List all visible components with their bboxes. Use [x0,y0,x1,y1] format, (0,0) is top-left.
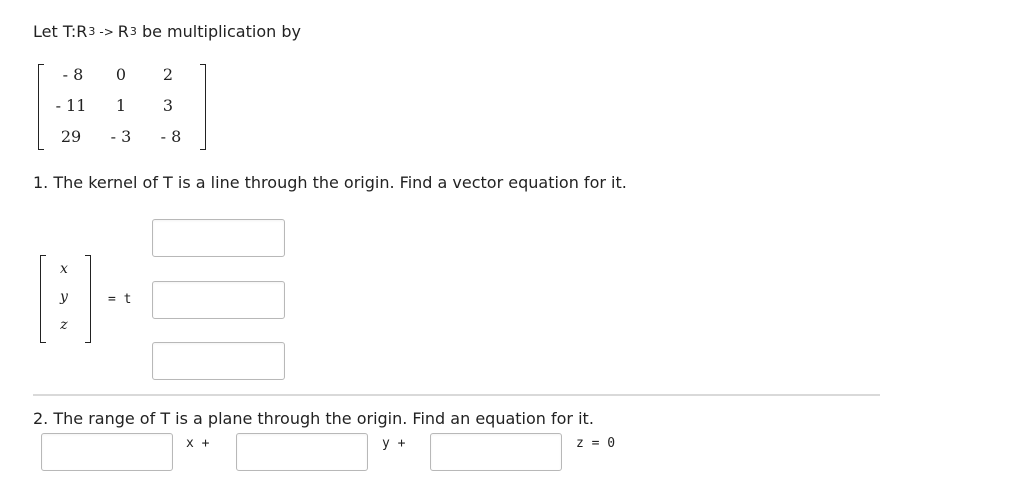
problem-intro: Let T:R3 -> R3 be multiplication by [33,22,301,41]
plane-x-label: x + [186,436,210,451]
matrix-cell-3-3: - 8 [160,127,182,146]
vector-z: z [60,317,68,333]
plane-z-label: z = 0 [576,436,616,451]
vector-y: y [60,289,68,305]
equals-t-label: = t [108,292,132,307]
vector-left-bracket [40,255,46,343]
codomain-r: R [117,22,129,41]
domain-exponent: 3 [88,25,96,38]
matrix-cell-1-3: 2 [162,65,174,84]
vector-x: x [60,261,68,277]
matrix-cell-1-1: - 8 [62,65,84,84]
matrix-cell-3-1: 29 [60,127,82,146]
question-2: 2. The range of T is a plane through the… [33,409,594,428]
maps-to-arrow: -> [99,25,114,39]
intro-prefix: Let T:R [33,22,88,41]
plane-coef-z-input[interactable] [430,433,562,471]
codomain-exponent: 3 [129,25,137,38]
xyz-vector: x y z [40,255,100,345]
kernel-x-input[interactable] [152,219,285,257]
intro-suffix: be multiplication by [141,22,301,41]
transformation-matrix: - 8 0 2 - 11 1 3 29 - 3 - 8 [33,60,213,155]
plane-coef-x-input[interactable] [41,433,173,471]
matrix-left-bracket [38,64,44,150]
plane-y-label: y + [382,436,406,451]
matrix-cell-2-2: 1 [115,96,127,115]
matrix-cell-2-1: - 11 [55,96,87,115]
plane-coef-y-input[interactable] [236,433,368,471]
vector-right-bracket [85,255,91,343]
section-divider [33,394,880,396]
kernel-z-input[interactable] [152,342,285,380]
matrix-cell-2-3: 3 [162,96,174,115]
matrix-right-bracket [200,64,206,150]
matrix-cell-1-2: 0 [115,65,127,84]
matrix-cell-3-2: - 3 [110,127,132,146]
kernel-y-input[interactable] [152,281,285,319]
question-1: 1. The kernel of T is a line through the… [33,173,627,192]
